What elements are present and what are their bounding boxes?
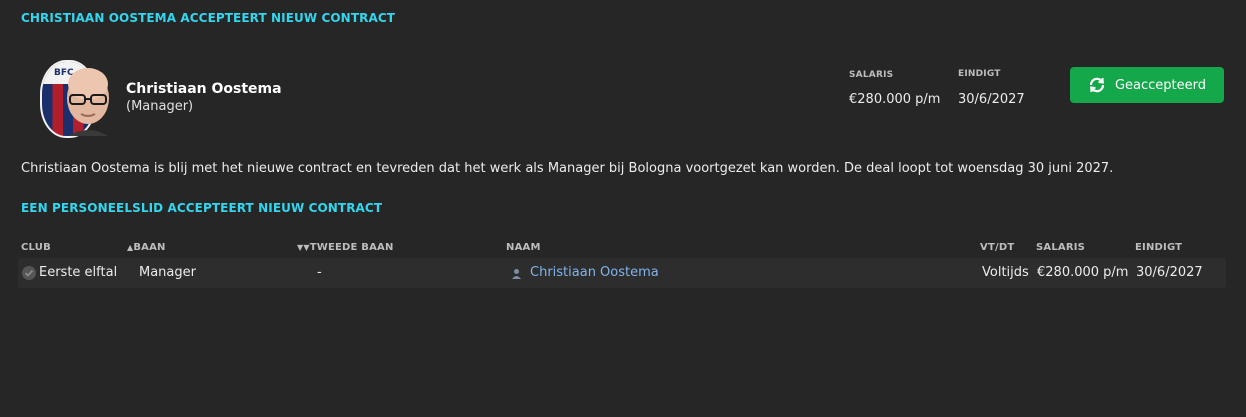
end-date-value: 30/6/2027 <box>958 92 1025 107</box>
column-header-eindigt[interactable]: EINDIGT <box>1135 242 1182 253</box>
staff-name-link[interactable]: Christiaan Oostema <box>530 265 659 280</box>
salary-value: €280.000 p/m <box>849 92 941 107</box>
player-name: Christiaan Oostema <box>126 81 282 97</box>
section-title-contract: CHRISTIAAN OOSTEMA ACCEPTEERT NIEUW CONT… <box>21 11 396 25</box>
cell-tweede-baan: - <box>317 265 322 280</box>
accepted-status-button[interactable]: Geaccepteerd <box>1070 67 1224 103</box>
manager-avatar <box>67 68 109 136</box>
column-header-salaris[interactable]: SALARIS <box>1036 242 1085 253</box>
accepted-status-label: Geaccepteerd <box>1114 77 1207 93</box>
person-icon <box>512 269 521 279</box>
refresh-icon <box>1089 77 1105 93</box>
player-role: (Manager) <box>126 99 194 114</box>
column-header-club[interactable]: CLUB <box>21 242 51 253</box>
cell-eindigt: 30/6/2027 <box>1136 265 1203 280</box>
column-header-naam[interactable]: NAAM <box>506 242 541 253</box>
column-header-baan[interactable]: ▲BAAN <box>127 242 166 253</box>
cell-club: Eerste elftal <box>39 265 118 280</box>
checkmark-icon <box>22 266 36 280</box>
section-title-staff: EEN PERSONEELSLID ACCEPTEERT NIEUW CONTR… <box>21 201 383 215</box>
column-header-tweede-baan[interactable]: ▼▼TWEEDE BAAN <box>297 242 394 253</box>
cell-salaris: €280.000 p/m <box>1037 265 1129 280</box>
sort-descending-icon: ▼▼ <box>297 243 310 252</box>
salary-label: SALARIS <box>849 70 894 80</box>
cell-baan: Manager <box>139 265 196 280</box>
news-description: Christiaan Oostema is blij met het nieuw… <box>21 161 1114 176</box>
column-header-vtdt[interactable]: VT/DT <box>980 242 1014 253</box>
end-date-label: EINDIGT <box>958 69 1001 79</box>
cell-vtdt: Voltijds <box>982 265 1029 280</box>
